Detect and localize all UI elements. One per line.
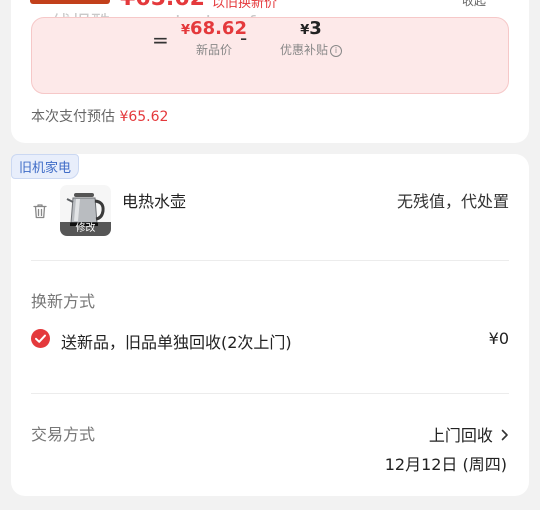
info-icon[interactable]: i	[330, 45, 342, 57]
chevron-right-icon	[501, 429, 508, 441]
collapse-link[interactable]: 收起	[462, 0, 486, 9]
old-appliance-tag: 旧机家电	[11, 154, 80, 179]
exchange-method-title: 换新方式	[31, 292, 96, 311]
trade-method-title: 交易方式	[31, 425, 96, 444]
item-name: 电热水壶	[122, 192, 187, 211]
minus-sign: -	[240, 26, 248, 50]
payment-estimate: 本次支付预估 ¥65.62	[31, 106, 168, 126]
exchange-option-price: ¥0	[488, 329, 509, 348]
divider	[31, 393, 509, 394]
trade-date[interactable]: 12月12日 (周四)	[385, 451, 507, 475]
item-residual-value: 无残值，代处置	[396, 192, 509, 211]
subsidy-block: ¥3 优惠补贴 i	[256, 18, 366, 58]
check-circle-icon[interactable]	[31, 329, 50, 348]
trash-icon[interactable]	[31, 202, 49, 224]
payment-estimate-label: 本次支付预估	[31, 109, 120, 125]
subsidy-label[interactable]: 优惠补贴 i	[256, 41, 366, 58]
exchange-option-label[interactable]: 送新品，旧品单独回收(2次上门)	[61, 329, 292, 353]
divider	[31, 260, 509, 261]
product-thumbnail-cut	[30, 0, 110, 4]
trade-method-selector[interactable]: 上门回收	[429, 422, 509, 446]
edit-overlay-button[interactable]: 修改	[60, 222, 111, 236]
kettle-thumbnail[interactable]: 修改	[60, 185, 111, 236]
equals-sign: =	[152, 28, 169, 52]
trade-method-value: 上门回收	[428, 426, 493, 445]
subsidy-value: ¥3	[300, 18, 322, 39]
payment-estimate-value: ¥65.62	[119, 109, 169, 125]
